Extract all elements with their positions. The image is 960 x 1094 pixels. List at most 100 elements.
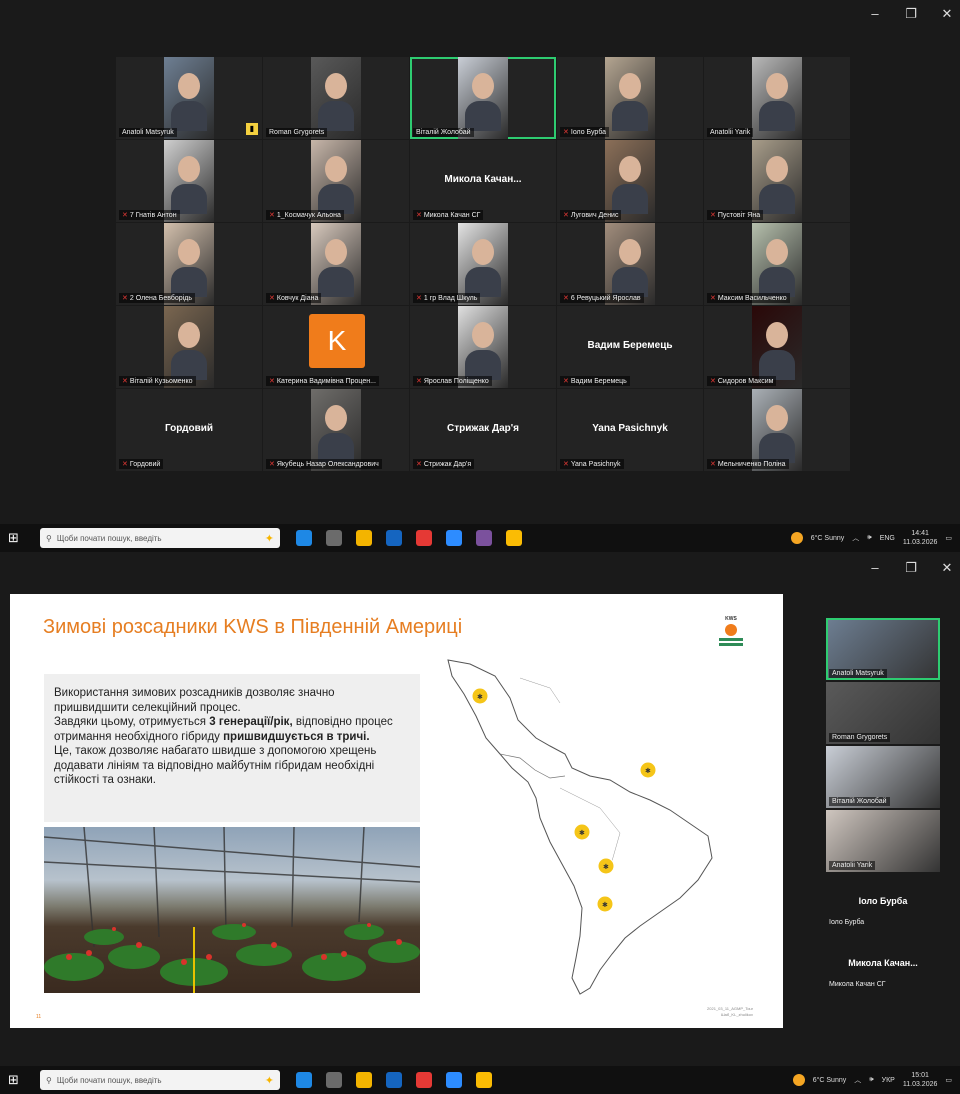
- folder-app-icon[interactable]: [356, 1072, 372, 1088]
- participant-tile[interactable]: ✕ Якубець Назар Олександрович: [263, 389, 409, 471]
- weather-text[interactable]: 6°C Sunny: [811, 535, 845, 542]
- viber-app-icon[interactable]: [476, 530, 492, 546]
- participant-face: [313, 65, 359, 131]
- taskbar-search[interactable]: ⚲ Щоби почати пошук, введіть ✦: [40, 1070, 280, 1090]
- notification-icon[interactable]: ▭: [945, 534, 952, 542]
- participant-tile[interactable]: ✕ Лугович Денис: [557, 140, 703, 222]
- zoom-app-icon[interactable]: [446, 530, 462, 546]
- close-icon[interactable]: ✕: [940, 560, 954, 576]
- participant-tile[interactable]: Гордовий ✕ Гордовий: [116, 389, 262, 471]
- side-participant-tile[interactable]: Roman Grygorets: [826, 682, 940, 744]
- zoom-app-icon[interactable]: [446, 1072, 462, 1088]
- shared-slide: Зимові розсадники KWS в Південній Америц…: [10, 594, 783, 1028]
- volume-icon[interactable]: 🕪: [867, 534, 871, 542]
- notification-icon[interactable]: ▭: [945, 1076, 952, 1084]
- clock-time: 15:01: [911, 1072, 929, 1079]
- store-app-icon[interactable]: [386, 530, 402, 546]
- participant-tile[interactable]: ✕ Іоло Бурба: [557, 57, 703, 139]
- svg-text:✱: ✱: [579, 829, 585, 837]
- participant-name: Лугович Денис: [570, 211, 619, 219]
- participant-name: Пустовіт Яна: [717, 211, 761, 219]
- tray-chevron-icon[interactable]: ︿: [852, 533, 859, 543]
- participant-tile[interactable]: ✕ Ковчук Діана: [263, 223, 409, 305]
- participant-tile[interactable]: ✕ 7 Гнатів Антон: [116, 140, 262, 222]
- participant-tile[interactable]: ✕ 2 Олена Бевборідь: [116, 223, 262, 305]
- participant-tile[interactable]: Roman Grygorets: [263, 57, 409, 139]
- participant-tile[interactable]: ✕ 1_Космачук Альона: [263, 140, 409, 222]
- language-indicator[interactable]: УКР: [882, 1077, 895, 1084]
- taskbar-search[interactable]: ⚲ Щоби почати пошук, введіть ✦: [40, 528, 280, 548]
- participant-video: [605, 57, 655, 139]
- participant-name-label: ✕ Віталій Кузьоменко: [119, 376, 196, 386]
- muted-mic-icon: ✕: [710, 461, 716, 468]
- edge-app-icon[interactable]: [296, 530, 312, 546]
- weather-text[interactable]: 6°C Sunny: [813, 1077, 847, 1084]
- participant-name: Гордовий: [129, 460, 161, 468]
- windows-start-icon[interactable]: ⊞: [8, 530, 30, 546]
- participant-face: [754, 231, 800, 297]
- participant-tile[interactable]: Anatoli Matsyruk ▮: [116, 57, 262, 139]
- chrome-app-icon[interactable]: [416, 530, 432, 546]
- participant-name-label: ✕ Катерина Вадимівна Процен...: [266, 376, 379, 386]
- participant-gallery: Anatoli Matsyruk ▮ Roman Grygorets Віталій …: [116, 57, 852, 471]
- participant-tile[interactable]: Anatolii Yarik: [704, 57, 850, 139]
- minimize-icon[interactable]: –: [868, 6, 882, 22]
- store-app-icon[interactable]: [386, 1072, 402, 1088]
- participant-tile[interactable]: ✕ Мельниченко Поліна: [704, 389, 850, 471]
- participant-tile[interactable]: Yana Pasichnyk ✕ Yana Pasichnyk: [557, 389, 703, 471]
- participant-tile[interactable]: K ✕ Катерина Вадимівна Процен...: [263, 306, 409, 388]
- close-icon[interactable]: ✕: [940, 6, 954, 22]
- participant-name-label: Іоло Бурба: [829, 919, 865, 926]
- language-indicator[interactable]: ENG: [880, 535, 895, 542]
- participant-tile[interactable]: ✕ Пустовіт Яна: [704, 140, 850, 222]
- participant-tile[interactable]: ✕ Максим Васильченко: [704, 223, 850, 305]
- participant-tile[interactable]: ✕ 6 Ревуцький Ярослав: [557, 223, 703, 305]
- minimize-icon[interactable]: –: [868, 560, 882, 576]
- participant-tile[interactable]: ✕ Сидоров Максим: [704, 306, 850, 388]
- participant-tile[interactable]: ✕ Ярослав Поліщенко: [410, 306, 556, 388]
- windows-taskbar: ⊞ ⚲ Щоби почати пошук, введіть ✦ 6°C Sun…: [0, 524, 960, 552]
- clock[interactable]: 14:41 11.03.2026: [903, 529, 938, 547]
- speaker-side-panel: Anatoli Matsyruk Roman Grygorets Віталій Ж…: [826, 618, 940, 998]
- slide-paragraph-1: Використання зимових розсадників дозволя…: [54, 687, 335, 714]
- maximize-icon[interactable]: ❐: [904, 6, 918, 22]
- volume-icon[interactable]: 🕪: [869, 1076, 873, 1084]
- kws-logo-text: KWS: [725, 616, 737, 622]
- side-participant-tile[interactable]: Віталій Жолобай: [826, 746, 940, 808]
- chrome-profile-app-icon[interactable]: [506, 530, 522, 546]
- pin-icon[interactable]: ▮: [246, 123, 258, 135]
- kws-logo: KWS: [719, 616, 743, 646]
- participant-name: Ярослав Поліщенко: [423, 377, 489, 385]
- folder-app-icon[interactable]: [356, 530, 372, 546]
- chrome-profile-app-icon[interactable]: [476, 1072, 492, 1088]
- clock[interactable]: 15:01 11.03.2026: [903, 1071, 938, 1089]
- side-participant-tile[interactable]: Anatoli Matsyruk: [826, 618, 940, 680]
- edge-app-icon[interactable]: [296, 1072, 312, 1088]
- slide-page-number: 11: [36, 1014, 42, 1020]
- tray-chevron-icon[interactable]: ︿: [854, 1075, 861, 1085]
- windows-start-icon[interactable]: ⊞: [8, 1072, 30, 1088]
- side-participant-name-tile[interactable]: Микола Качан... Микола Качан СГ: [826, 936, 940, 998]
- participant-tile[interactable]: Вадим Беремець ✕ Вадим Беремець: [557, 306, 703, 388]
- muted-mic-icon: ✕: [416, 212, 422, 219]
- participant-tile[interactable]: ✕ Віталій Кузьоменко: [116, 306, 262, 388]
- maximize-icon[interactable]: ❐: [904, 560, 918, 576]
- participant-name: Якубець Назар Олександрович: [276, 460, 379, 468]
- side-participant-name-tile[interactable]: Іоло Бурба Іоло Бурба: [826, 874, 940, 936]
- muted-mic-icon: ✕: [563, 129, 569, 136]
- chrome-app-icon[interactable]: [416, 1072, 432, 1088]
- file-explorer-calc-app-icon[interactable]: [326, 1072, 342, 1088]
- participant-tile[interactable]: Віталій Жолобай: [410, 57, 556, 139]
- zoom-gallery-window-top: – ❐ ✕ Anatoli Matsyruk ▮ Roman Grygorets Ві…: [0, 0, 960, 522]
- participant-face: [166, 65, 212, 131]
- file-explorer-calc-app-icon[interactable]: [326, 530, 342, 546]
- participant-name-label: ✕ Якубець Назар Олександрович: [266, 459, 382, 469]
- muted-mic-icon: ✕: [563, 461, 569, 468]
- participant-name-label: ✕ Ярослав Поліщенко: [413, 376, 492, 386]
- participant-tile[interactable]: Стрижак Дар'я ✕ Стрижак Дар'я: [410, 389, 556, 471]
- participant-name: 6 Ревуцький Ярослав: [570, 294, 641, 302]
- participant-name-label: ✕ Стрижак Дар'я: [413, 459, 475, 469]
- participant-tile[interactable]: Микола Качан... ✕ Микола Качан СГ: [410, 140, 556, 222]
- participant-tile[interactable]: ✕ 1 гр Влад Шкуль: [410, 223, 556, 305]
- side-participant-tile[interactable]: Anatolii Yarik: [826, 810, 940, 872]
